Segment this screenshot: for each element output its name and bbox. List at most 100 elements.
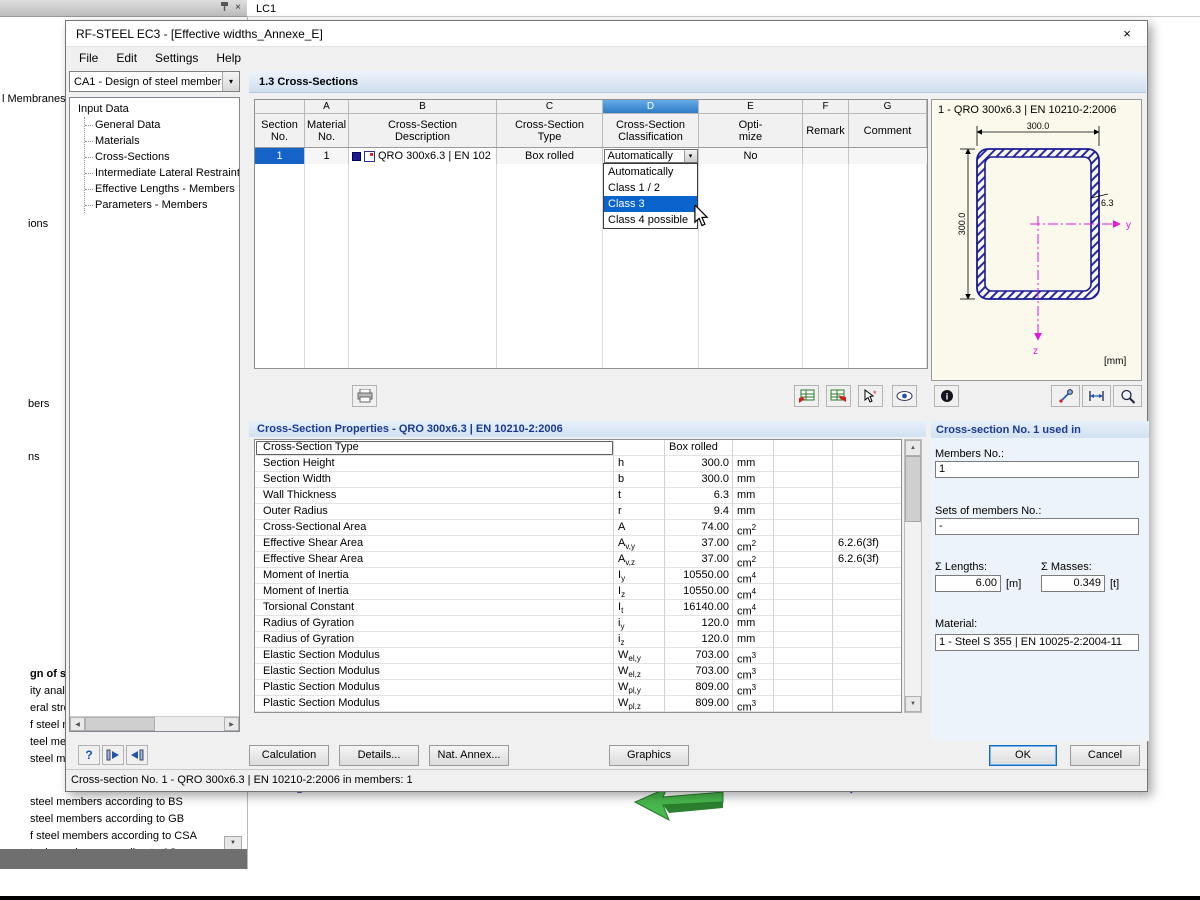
property-row[interactable]: Cross-Section Type Box rolled [255, 440, 901, 456]
column-header-4[interactable]: Cross-Section Classification [603, 114, 699, 147]
scroll-right-icon[interactable]: ▶ [224, 717, 239, 731]
zoom-section-button[interactable] [1113, 385, 1142, 407]
help-button[interactable]: ? [78, 745, 100, 765]
property-row[interactable]: Radius of Gyration iy 120.0 mm [255, 616, 901, 632]
column-header-5[interactable]: Opti- mize [699, 114, 803, 147]
column-letter-F[interactable]: F [803, 100, 849, 113]
column-header-2[interactable]: Cross-Section Description [349, 114, 497, 147]
column-letter-D[interactable]: D [603, 100, 699, 113]
dimensions-button[interactable] [1082, 385, 1111, 407]
view-button[interactable] [892, 385, 917, 407]
chevron-down-icon[interactable]: ▾ [222, 72, 239, 91]
properties-scrollbar[interactable]: ▲ ▼ [904, 439, 922, 713]
table-prev-button[interactable] [102, 745, 124, 765]
table-row[interactable]: 1 1 QRO 300x6.3 | EN 102 Box rolled Auto… [255, 148, 927, 164]
material-cell[interactable]: 1 [305, 148, 349, 164]
import-table-button[interactable] [794, 385, 819, 407]
sidebar-item-intermediate-lateral-restraints[interactable]: Intermediate Lateral Restraints [85, 165, 239, 181]
property-row[interactable]: Effective Shear Area Av,z 37.00 cm2 6.2.6(3f… [255, 552, 901, 568]
property-row[interactable]: Moment of Inertia Iz 10550.00 cm4 [255, 584, 901, 600]
menu-edit[interactable]: Edit [107, 49, 146, 67]
export-table-button[interactable] [826, 385, 851, 407]
nav-root-input-data[interactable]: Input Data [70, 98, 239, 117]
details-button[interactable]: Details... [339, 745, 419, 766]
close-panel-icon[interactable]: × [235, 3, 241, 13]
scrollbar-track[interactable] [155, 717, 224, 731]
ok-button[interactable]: OK [989, 745, 1057, 766]
lengths-field[interactable]: 6.00 [935, 575, 1001, 592]
row-number-cell[interactable]: 1 [255, 148, 305, 164]
remark-cell[interactable] [803, 148, 849, 164]
column-letter-E[interactable]: E [699, 100, 803, 113]
sidebar-item-materials[interactable]: Materials [85, 133, 239, 149]
property-row[interactable]: Moment of Inertia Iy 10550.00 cm4 [255, 568, 901, 584]
column-letter-A[interactable]: A [305, 100, 349, 113]
scrollbar-track[interactable] [905, 522, 921, 696]
menu-settings[interactable]: Settings [146, 49, 207, 67]
masses-field[interactable]: 0.349 [1041, 575, 1105, 592]
property-row[interactable]: Section Width b 300.0 mm [255, 472, 901, 488]
property-row[interactable]: Plastic Section Modulus Wpl,z 809.00 cm3 [255, 696, 901, 712]
sets-field[interactable]: - [935, 518, 1139, 535]
scroll-left-icon[interactable]: ◀ [70, 717, 85, 731]
column-header-3[interactable]: Cross-Section Type [497, 114, 603, 147]
sidebar-item-effective-lengths-members[interactable]: Effective Lengths - Members [85, 181, 239, 197]
dropdown-option-class-3[interactable]: Class 3 [604, 196, 697, 212]
column-header-1[interactable]: Material No. [305, 114, 349, 147]
classification-dropdown[interactable]: Automatically Class 1 / 2 Class 3 Class 4 p… [603, 163, 698, 229]
scroll-up-icon[interactable]: ▲ [905, 440, 921, 456]
material-field[interactable]: 1 - Steel S 355 | EN 10025-2:2004-11 [935, 634, 1139, 651]
property-row[interactable]: Elastic Section Modulus Wel,z 703.00 cm3 [255, 664, 901, 680]
comment-cell[interactable] [849, 148, 927, 164]
dialog-titlebar[interactable]: RF-STEEL EC3 - [Effective widths_Annexe_… [66, 21, 1147, 47]
property-row[interactable]: Radius of Gyration iz 120.0 mm [255, 632, 901, 648]
dropdown-option-automatically[interactable]: Automatically [604, 164, 697, 180]
column-letter-B[interactable]: B [349, 100, 497, 113]
pin-icon[interactable] [220, 1, 229, 15]
scrollbar-thumb[interactable] [85, 717, 155, 731]
column-letter-C[interactable]: C [497, 100, 603, 113]
description-cell[interactable]: QRO 300x6.3 | EN 102 [349, 148, 497, 164]
property-row[interactable]: Wall Thickness t 6.3 mm [255, 488, 901, 504]
load-case-tab[interactable]: LC1 [256, 3, 276, 15]
type-cell[interactable]: Box rolled [497, 148, 603, 164]
calculation-button[interactable]: Calculation [249, 745, 329, 766]
property-row[interactable]: Section Height h 300.0 mm [255, 456, 901, 472]
nat-annex-button[interactable]: Nat. Annex... [429, 745, 509, 766]
sidebar-item-general-data[interactable]: General Data [85, 117, 239, 133]
menu-file[interactable]: File [70, 49, 107, 67]
close-icon[interactable]: × [1119, 26, 1135, 42]
pick-members-button[interactable]: * [858, 385, 883, 407]
menu-help[interactable]: Help [207, 49, 250, 67]
dropdown-option-class-1-2[interactable]: Class 1 / 2 [604, 180, 697, 196]
background-scroll-down-button[interactable]: ▼ [224, 836, 242, 850]
classification-cell[interactable]: Automatically ▾ [603, 148, 699, 164]
cancel-button[interactable]: Cancel [1070, 745, 1140, 766]
design-case-combo[interactable]: CA1 - Design of steel members ▾ [69, 71, 240, 92]
members-field[interactable]: 1 [935, 461, 1139, 478]
classification-combo[interactable]: Automatically ▾ [603, 149, 698, 163]
column-letter-G[interactable]: G [849, 100, 927, 113]
property-row[interactable]: Plastic Section Modulus Wpl,y 809.00 cm3 [255, 680, 901, 696]
property-row[interactable]: Outer Radius r 9.4 mm [255, 504, 901, 520]
property-row[interactable]: Torsional Constant It 16140.00 cm4 [255, 600, 901, 616]
column-header-7[interactable]: Comment [849, 114, 927, 147]
print-button[interactable] [352, 385, 377, 407]
sidebar-item-cross-sections[interactable]: Cross-Sections [85, 149, 239, 165]
property-row[interactable]: Cross-Sectional Area A 74.00 cm2 [255, 520, 901, 536]
column-header-6[interactable]: Remark [803, 114, 849, 147]
scrollbar-thumb[interactable] [905, 456, 921, 522]
scroll-down-icon[interactable]: ▼ [905, 696, 921, 712]
tree-horizontal-scrollbar[interactable]: ◀ ▶ [70, 716, 239, 731]
table-next-button[interactable] [126, 745, 148, 765]
column-header-0[interactable]: Section No. [255, 114, 305, 147]
property-row[interactable]: Elastic Section Modulus Wel,y 703.00 cm3 [255, 648, 901, 664]
stress-points-button[interactable] [1051, 385, 1080, 407]
graphics-button[interactable]: Graphics [609, 745, 689, 766]
dropdown-option-class-4-possible[interactable]: Class 4 possible [604, 212, 697, 228]
info-button[interactable]: i [934, 385, 959, 407]
sidebar-item-parameters-members[interactable]: Parameters - Members [85, 197, 239, 213]
chevron-down-icon[interactable]: ▾ [683, 150, 697, 162]
property-row[interactable]: Effective Shear Area Av,y 37.00 cm2 6.2.6(3f… [255, 536, 901, 552]
optimize-cell[interactable]: No [699, 148, 803, 164]
